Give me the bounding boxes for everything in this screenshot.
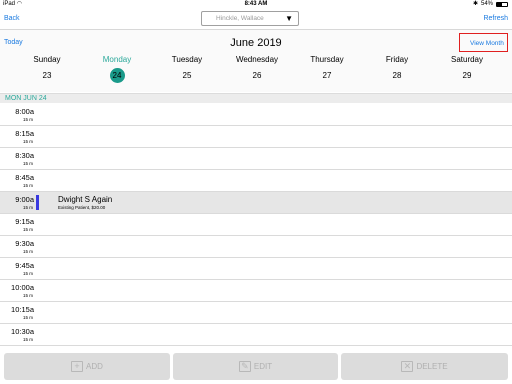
provider-select-value: Hinckle, Wallace: [216, 15, 264, 22]
day-name: Friday: [385, 55, 409, 64]
day-name: Tuesday: [171, 55, 203, 64]
day-name: Saturday: [450, 55, 484, 64]
slot-duration: 15 m: [22, 161, 33, 166]
slot-time: 10:00a: [11, 283, 34, 292]
time-slot[interactable]: 8:45a 15 m: [0, 170, 512, 192]
bluetooth-icon: ✱: [472, 1, 478, 7]
battery-icon: [496, 2, 508, 7]
action-toolbar: + ADD ✎ EDIT ✕ DELETE: [0, 351, 512, 384]
slot-time: 9:45a: [15, 261, 34, 270]
day-number-selected: 24: [109, 68, 125, 83]
dropdown-arrow-icon: ▼: [285, 14, 293, 23]
slot-duration: 15 m: [22, 205, 33, 210]
slot-duration: 15 m: [22, 139, 33, 144]
month-title: June 2019: [230, 37, 282, 49]
day-thursday[interactable]: Thursday 27: [292, 55, 362, 83]
delete-button[interactable]: ✕ DELETE: [341, 353, 508, 380]
edit-label: EDIT: [253, 362, 273, 371]
calendar-header: Today June 2019 View Month Sunday 23 Mon…: [0, 30, 512, 92]
day-number: 23: [42, 71, 52, 80]
day-saturday[interactable]: Saturday 29: [432, 55, 502, 83]
refresh-button[interactable]: Refresh: [483, 15, 508, 22]
slot-duration: 15 m: [22, 249, 33, 254]
time-slot[interactable]: 10:00a 15 m: [0, 280, 512, 302]
add-label: ADD: [86, 362, 103, 371]
add-button[interactable]: + ADD: [4, 353, 170, 380]
day-tuesday[interactable]: Tuesday 25: [152, 55, 222, 83]
slot-time: 10:15a: [11, 305, 34, 314]
provider-select[interactable]: Hinckle, Wallace ▼: [201, 11, 299, 26]
back-button[interactable]: Back: [4, 15, 20, 22]
nav-bar: Back Hinckle, Wallace ▼ Refresh: [0, 9, 512, 29]
appointment-patient-name: Dwight S Again: [58, 195, 113, 204]
time-slot[interactable]: 9:45a 15 m: [0, 258, 512, 280]
pencil-icon: ✎: [238, 361, 251, 372]
slot-duration: 15 m: [22, 293, 33, 298]
slot-duration: 15 m: [22, 271, 33, 276]
delete-label: DELETE: [416, 362, 448, 371]
day-sunday[interactable]: Sunday 23: [12, 55, 82, 83]
appointment-color-bar: [36, 195, 39, 210]
slot-duration: 15 m: [22, 183, 33, 188]
slot-time: 10:30a: [11, 327, 34, 336]
slot-duration: 15 m: [22, 315, 33, 320]
status-time: 8:43 AM: [244, 1, 268, 7]
day-friday[interactable]: Friday 28: [362, 55, 432, 83]
time-slot[interactable]: 10:30a 15 m: [0, 324, 512, 346]
slot-time: 8:15a: [15, 129, 34, 138]
day-wednesday[interactable]: Wednesday 26: [222, 55, 292, 83]
day-name: Sunday: [33, 55, 61, 64]
time-slot[interactable]: 8:30a 15 m: [0, 148, 512, 170]
time-slot[interactable]: 9:30a 15 m: [0, 236, 512, 258]
status-right: ✱ 54%: [473, 0, 508, 9]
status-bar: iPad ◠ 8:43 AM ✱ 54%: [0, 0, 512, 9]
day-number: 28: [392, 71, 402, 80]
slot-time: 9:30a: [15, 239, 34, 248]
time-slot[interactable]: 10:15a 15 m: [0, 302, 512, 324]
day-number: 29: [462, 71, 472, 80]
slot-time: 9:00a: [15, 195, 34, 204]
day-number: 27: [322, 71, 332, 80]
slot-duration: 15 m: [22, 227, 33, 232]
battery-percent: 54%: [480, 1, 493, 7]
slot-duration: 15 m: [22, 117, 33, 122]
view-month-button[interactable]: View Month: [459, 33, 508, 52]
slot-time: 9:15a: [15, 217, 34, 226]
plus-icon: +: [71, 361, 84, 372]
appointment-slot[interactable]: 9:00a 15 m Dwight S Again Existing Patie…: [0, 192, 512, 214]
edit-button[interactable]: ✎ EDIT: [173, 353, 338, 380]
time-slot[interactable]: 8:00a 15 m: [0, 104, 512, 126]
slot-duration: 15 m: [22, 337, 33, 342]
slot-time: 8:30a: [15, 151, 34, 160]
day-name: Monday: [102, 55, 132, 64]
appointment-details: Existing Patient, $20.00: [58, 205, 106, 210]
slot-time: 8:45a: [15, 173, 34, 182]
day-name: Thursday: [310, 55, 344, 64]
time-slot-list[interactable]: 8:00a 15 m 8:15a 15 m 8:30a 15 m 8:45a 1…: [0, 104, 512, 347]
day-monday[interactable]: Monday 24: [82, 55, 152, 83]
time-slot[interactable]: 9:15a 15 m: [0, 214, 512, 236]
delete-icon: ✕: [401, 361, 414, 372]
day-name: Wednesday: [235, 55, 279, 64]
day-number: 26: [252, 71, 262, 80]
slot-time: 8:00a: [15, 107, 34, 116]
day-number: 25: [182, 71, 192, 80]
time-slot[interactable]: 8:15a 15 m: [0, 126, 512, 148]
date-band: MON JUN 24: [0, 93, 512, 103]
